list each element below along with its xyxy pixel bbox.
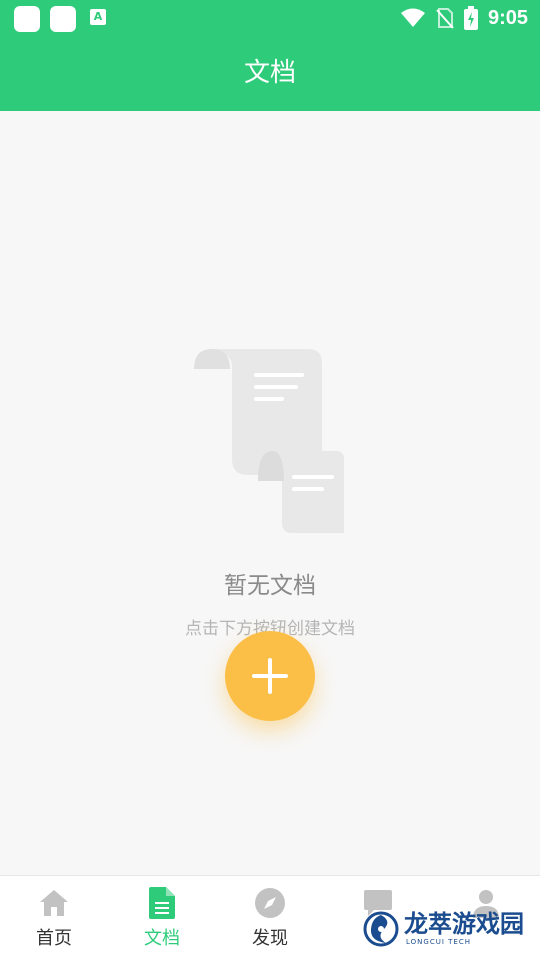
nav-item-discover[interactable]: 发现 (216, 876, 324, 961)
status-time: 9:05 (487, 6, 528, 29)
watermark-subtitle: LONGCUI TECH (406, 938, 471, 946)
home-icon (40, 890, 68, 916)
watermark-logo: 龙萃游戏园 LONGCUI TECH (362, 900, 532, 956)
no-sim-icon (436, 8, 454, 29)
create-document-button[interactable] (225, 631, 315, 721)
document-scroll-icon (194, 349, 344, 533)
notification-a-icon: A (90, 9, 106, 25)
title-bar: 文档 (0, 36, 540, 111)
nav-label-discover: 发现 (252, 928, 288, 949)
page-title: 文档 (243, 58, 296, 88)
notification-app-icon (50, 6, 76, 32)
nav-label-documents: 文档 (144, 928, 180, 949)
nav-item-home[interactable]: 首页 (0, 876, 108, 961)
status-bar: A 9:05 (0, 0, 540, 36)
document-icon (149, 887, 175, 919)
nav-item-documents[interactable]: 文档 (108, 876, 216, 961)
watermark-emblem-icon (363, 911, 399, 947)
watermark-title: 龙萃游戏园 (404, 910, 524, 938)
wifi-icon (400, 8, 425, 27)
compass-icon (255, 888, 285, 918)
notification-app-icon (14, 6, 40, 32)
empty-state-title: 暂无文档 (224, 573, 316, 599)
battery-charging-icon (463, 6, 478, 30)
nav-label-home: 首页 (36, 928, 72, 949)
plus-icon (252, 658, 288, 694)
